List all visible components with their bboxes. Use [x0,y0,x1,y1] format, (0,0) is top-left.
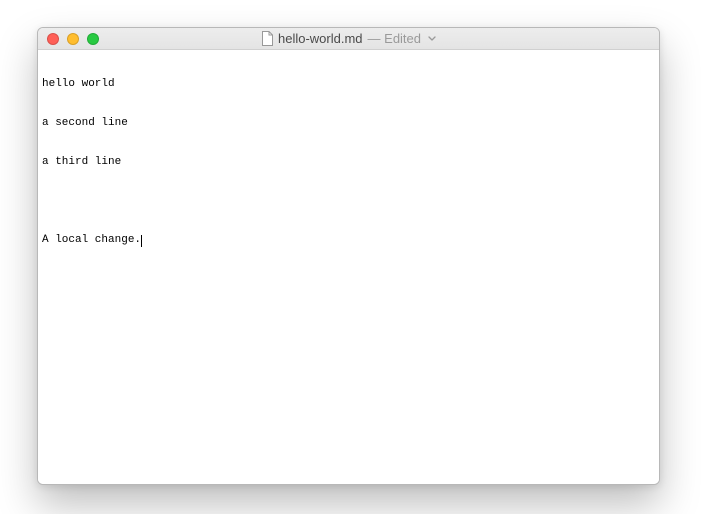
file-icon [261,31,273,46]
filename-label: hello-world.md [278,31,363,46]
editor-line [42,195,655,208]
editor-line: a second line [42,117,655,130]
text-editor-window: hello-world.md — Edited hello world a se… [37,27,660,485]
minimize-button[interactable] [67,33,79,45]
editor-line: a third line [42,156,655,169]
window-title[interactable]: hello-world.md — Edited [38,31,659,46]
window-titlebar[interactable]: hello-world.md — Edited [38,28,659,50]
close-button[interactable] [47,33,59,45]
window-controls [38,33,99,45]
text-cursor [141,235,142,247]
editor-line: hello world [42,78,655,91]
chevron-down-icon[interactable] [428,36,436,41]
maximize-button[interactable] [87,33,99,45]
edited-status-label: — Edited [368,31,421,46]
text-editor-area[interactable]: hello world a second line a third line A… [38,50,659,484]
editor-line: A local change. [42,234,655,247]
